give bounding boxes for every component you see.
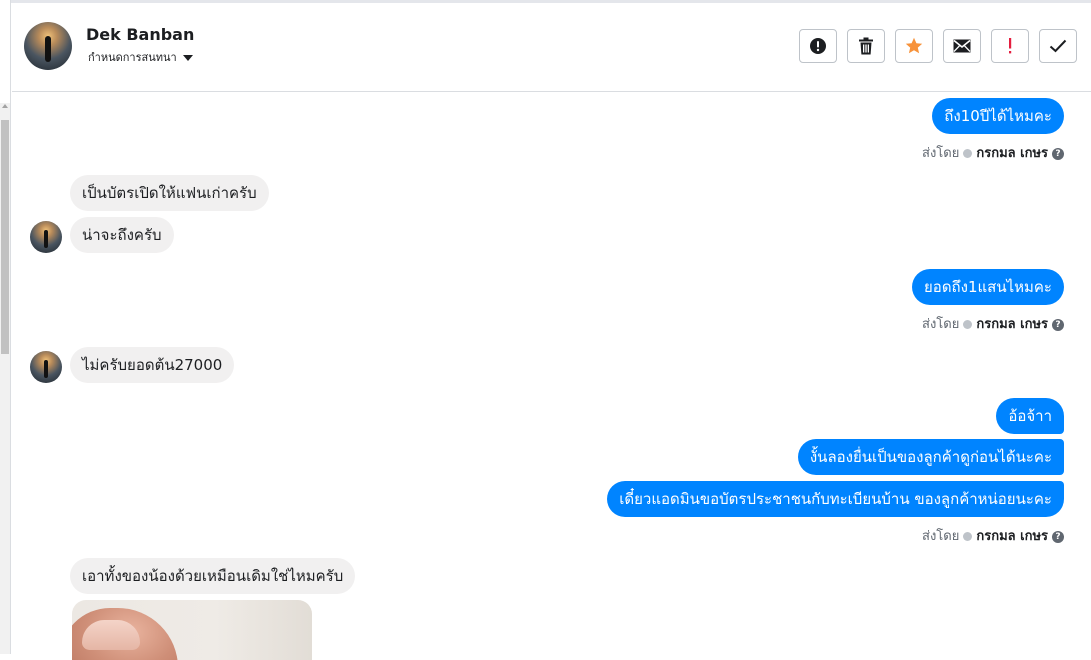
message-outgoing[interactable]: งั้นลองยื่นเป็นของลูกค้าดูก่อนได้นะคะ xyxy=(797,439,1064,475)
image-attachment[interactable] xyxy=(72,600,312,660)
star-button[interactable] xyxy=(895,29,933,63)
contact-name[interactable]: Dek Banban xyxy=(86,25,194,44)
message-thread[interactable]: ถึง10ปีได้ไหมคะ ส่งโดย กรกมล เกษร? เป็นบั… xyxy=(12,92,1091,660)
help-icon[interactable]: ? xyxy=(1052,530,1064,543)
seen-check-icon xyxy=(963,149,973,158)
delete-button[interactable] xyxy=(847,29,885,63)
message-outgoing[interactable]: เดี๋ยวแอดมินขอบัตรประชาชนกับทะเบียนบ้าน … xyxy=(607,481,1064,517)
caret-down-icon xyxy=(182,55,193,61)
sent-by-label: ส่งโดย xyxy=(922,146,960,161)
message-outgoing[interactable]: อ้อจ้าา xyxy=(996,398,1064,434)
message-outgoing[interactable]: ยอดถึง1แสนไหมคะ xyxy=(912,269,1064,305)
seen-check-icon xyxy=(963,532,973,541)
contact-avatar-small[interactable] xyxy=(30,221,62,253)
contact-avatar-small[interactable] xyxy=(30,351,62,383)
trash-icon xyxy=(859,37,873,55)
sent-by-label: ส่งโดย xyxy=(922,529,960,544)
sent-by-agent[interactable]: กรกมล เกษร xyxy=(976,317,1048,332)
check-icon xyxy=(1049,39,1067,53)
message-incoming[interactable]: น่าจะถึงครับ xyxy=(70,217,174,253)
scrollbar-thumb[interactable] xyxy=(1,120,9,354)
star-icon xyxy=(905,37,923,54)
mark-spam-button[interactable] xyxy=(991,29,1029,63)
sent-by-agent[interactable]: กรกมล เกษร xyxy=(976,146,1048,161)
report-icon xyxy=(810,38,826,54)
mail-icon xyxy=(953,39,971,53)
photo-content xyxy=(72,608,178,660)
message-incoming[interactable]: ไม่ครับยอดต้น27000 xyxy=(70,347,235,383)
mark-unread-button[interactable] xyxy=(943,29,981,63)
photo-detail xyxy=(82,620,140,650)
help-icon[interactable]: ? xyxy=(1052,147,1064,160)
seen-check-icon xyxy=(963,320,973,329)
message-incoming[interactable]: เอาทั้งของน้องด้วยเหมือนเดิมใช่ไหมครับ xyxy=(70,558,356,594)
help-icon[interactable]: ? xyxy=(1052,318,1064,331)
sent-by-line: ส่งโดย กรกมล เกษร? xyxy=(922,313,1064,334)
message-outgoing[interactable]: ถึง10ปีได้ไหมคะ xyxy=(932,98,1064,134)
spam-icon xyxy=(1009,38,1012,54)
conversation-header: Dek Banban กำหนดการสนทนา xyxy=(12,3,1091,92)
report-button[interactable] xyxy=(799,29,837,63)
contact-avatar[interactable] xyxy=(24,22,72,70)
scroll-up-arrow[interactable] xyxy=(2,104,8,108)
conversation-settings-label: กำหนดการสนทนา xyxy=(88,51,177,64)
sent-by-line: ส่งโดย กรกมล เกษร? xyxy=(922,142,1064,163)
conversation-settings-dropdown[interactable]: กำหนดการสนทนา xyxy=(88,48,193,66)
mark-done-button[interactable] xyxy=(1039,29,1077,63)
sent-by-agent[interactable]: กรกมล เกษร xyxy=(976,529,1048,544)
sent-by-label: ส่งโดย xyxy=(922,317,960,332)
sent-by-line: ส่งโดย กรกมล เกษร? xyxy=(922,525,1064,546)
message-incoming[interactable]: เป็นบัตรเปิดให้แฟนเก่าครับ xyxy=(70,175,269,211)
